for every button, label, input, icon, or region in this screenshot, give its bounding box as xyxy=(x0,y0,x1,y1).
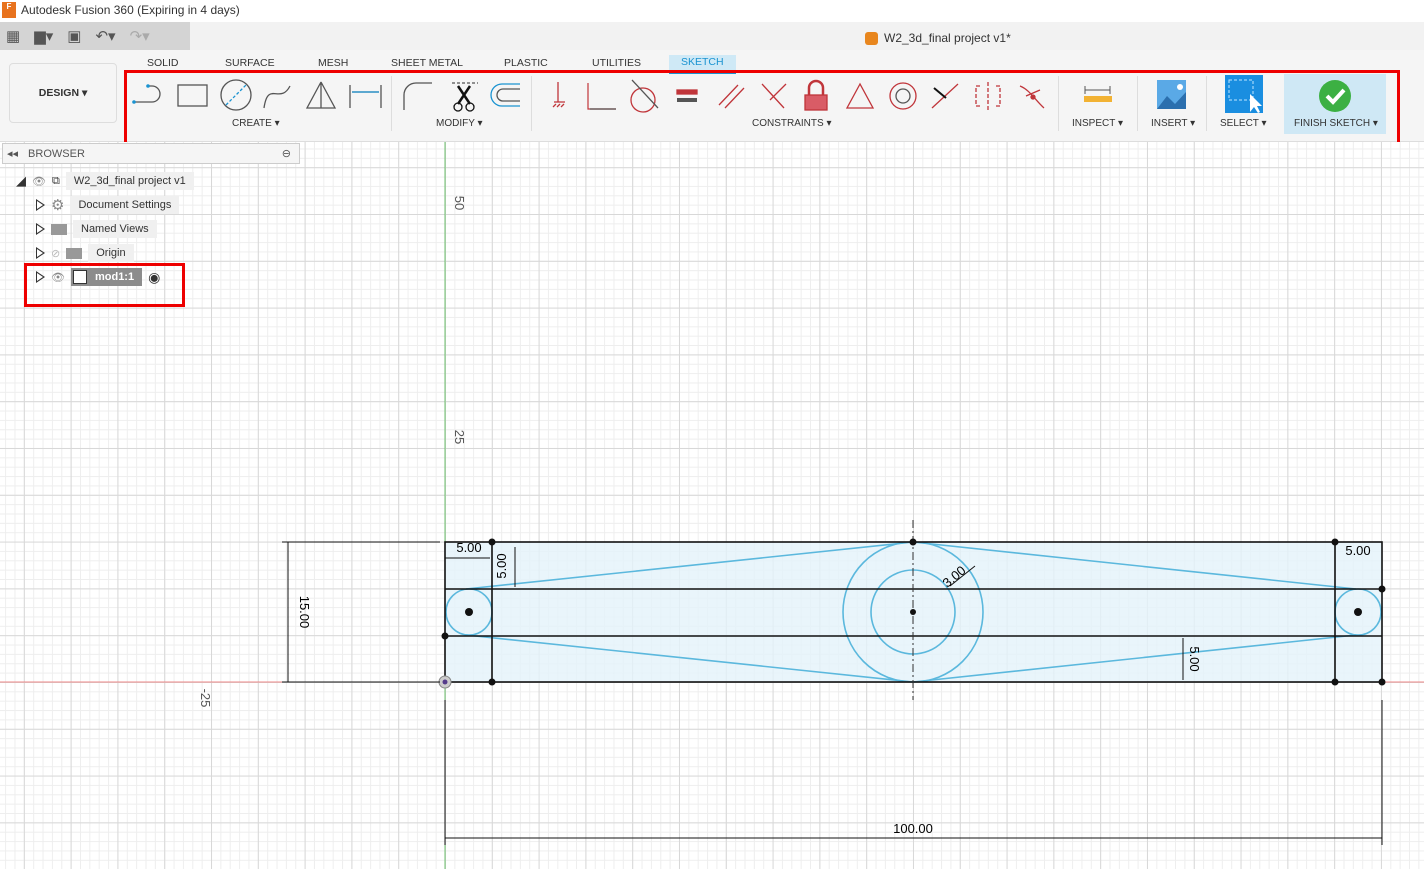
collapse-icon[interactable]: ◂◂ xyxy=(7,147,18,160)
dim-right-height[interactable]: 5.00 xyxy=(1187,646,1202,671)
browser-item-origin[interactable]: ⊘ Origin xyxy=(36,243,134,263)
axis-label-25: 25 xyxy=(452,430,467,444)
eye-icon[interactable]: 👁 xyxy=(32,175,46,188)
dim-left-width[interactable]: 5.00 xyxy=(456,540,481,555)
browser-root[interactable]: ◢ 👁 ⧉ W2_3d_final project v1 xyxy=(16,171,194,191)
browser-pin-icon[interactable]: ⊖ xyxy=(282,147,291,160)
expand-icon[interactable] xyxy=(36,223,45,235)
component-icon: ⧉ xyxy=(51,174,60,187)
dim-overall-width[interactable]: 100.00 xyxy=(893,821,933,836)
highlight-annotation xyxy=(24,263,185,307)
expand-icon[interactable] xyxy=(36,247,45,259)
axis-label-neg25: -25 xyxy=(198,689,213,708)
collapse-triangle-icon[interactable]: ◢ xyxy=(16,173,26,189)
browser-item-label: W2_3d_final project v1 xyxy=(65,172,194,190)
eye-hidden-icon[interactable]: ⊘ xyxy=(51,247,60,260)
browser-item-label: Origin xyxy=(88,244,134,262)
browser-item-named-views[interactable]: Named Views xyxy=(36,219,157,239)
browser-header[interactable]: ◂◂ BROWSER ⊖ xyxy=(2,143,300,164)
axis-label-50: 50 xyxy=(452,196,467,210)
dim-right-width[interactable]: 5.00 xyxy=(1345,543,1370,558)
gear-icon: ⚙ xyxy=(51,197,65,214)
expand-icon[interactable] xyxy=(36,199,45,211)
folder-icon xyxy=(66,247,83,259)
browser-item-document-settings[interactable]: ⚙ Document Settings xyxy=(36,195,180,215)
browser-title: BROWSER xyxy=(28,147,85,160)
folder-icon xyxy=(51,223,67,235)
browser-item-label: Document Settings xyxy=(70,196,180,214)
sketch-drawing: 15.00 100.00 5.00 5.00 5.00 5.00 3.00 50… xyxy=(0,142,1424,869)
dim-overall-height[interactable]: 15.00 xyxy=(297,596,312,629)
browser-item-label: Named Views xyxy=(73,220,157,238)
dim-left-height[interactable]: 5.00 xyxy=(494,553,509,578)
